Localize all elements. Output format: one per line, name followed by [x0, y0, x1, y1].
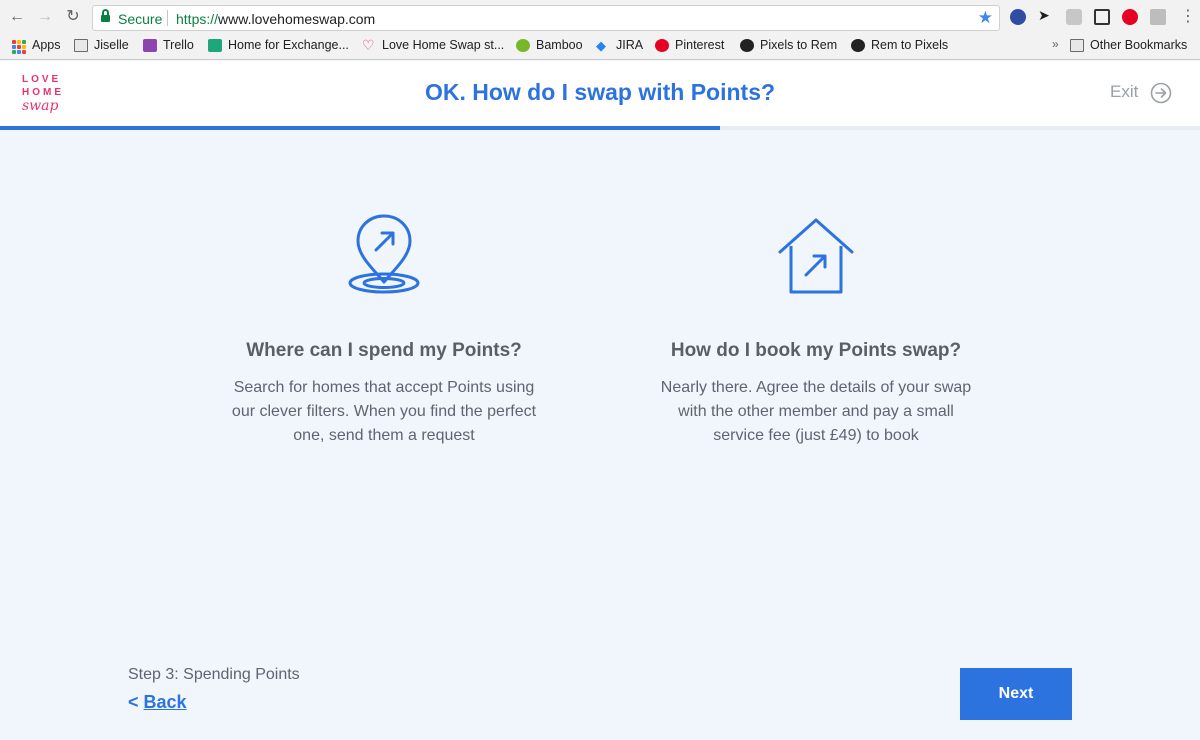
- card-description-line: with the other member and pay a small: [678, 403, 954, 420]
- card-title: How do I book my Points swap?: [670, 340, 962, 361]
- bamboo-icon: [516, 39, 530, 52]
- pinterest-extension-icon[interactable]: [1122, 9, 1138, 25]
- address-bar[interactable]: Secure https://www.lovehomeswap.com ★: [92, 5, 1000, 31]
- card-description-line: Nearly there. Agree the details of your …: [660, 379, 972, 396]
- screenshot-icon[interactable]: [1094, 9, 1110, 25]
- back-link-label: Back: [143, 692, 187, 712]
- reload-icon[interactable]: ↻: [64, 8, 82, 26]
- url-host: www.lovehomeswap.com: [218, 11, 376, 27]
- bookmark-jiselle[interactable]: Jiselle: [94, 38, 129, 52]
- card-description: Nearly there. Agree the details of your …: [616, 376, 1016, 448]
- extension-cursor-icon[interactable]: ➤: [1038, 7, 1052, 23]
- next-button[interactable]: Next: [960, 668, 1072, 720]
- url-text[interactable]: https://www.lovehomeswap.com: [176, 11, 375, 27]
- lock-icon: [101, 9, 110, 23]
- extension-puzzle-icon[interactable]: [1150, 9, 1166, 25]
- exit-arrow-icon[interactable]: [1150, 82, 1172, 104]
- card-title: Where can I spend my Points?: [246, 340, 522, 361]
- card-spend-points: Where can I spend my Points? Search for …: [184, 210, 584, 444]
- card-description: Search for homes that accept Points usin…: [184, 376, 584, 448]
- browser-menu-icon[interactable]: ⋮: [1180, 8, 1196, 26]
- card-description-line: Search for homes that accept Points usin…: [233, 379, 535, 396]
- apps-grid-icon: [12, 40, 26, 54]
- forward-arrow-icon[interactable]: →: [36, 8, 54, 26]
- browser-chrome: ← → ↻ Secure https://www.lovehomeswap.co…: [0, 0, 1200, 60]
- pinterest-icon: [655, 39, 669, 52]
- bookmarks-bar: Apps Jiselle Trello Home for Exchange...…: [0, 35, 1200, 57]
- security-label: Secure: [118, 11, 163, 27]
- page-title: OK. How do I swap with Points?: [424, 79, 776, 105]
- back-arrow-icon[interactable]: ←: [8, 8, 26, 26]
- folder-icon: [1070, 39, 1084, 52]
- address-separator: [167, 10, 168, 26]
- bookmark-pinterest[interactable]: Pinterest: [675, 38, 724, 52]
- house-arrow-icon: [778, 218, 854, 294]
- ninja-icon: [851, 39, 865, 52]
- exit-link[interactable]: Exit: [1110, 82, 1138, 102]
- bookmark-other[interactable]: Other Bookmarks: [1090, 38, 1187, 52]
- jira-icon: ◆: [596, 38, 606, 53]
- camera-icon[interactable]: [1066, 9, 1082, 25]
- folder-icon: [74, 39, 88, 52]
- bookmark-pixels-to-rem[interactable]: Pixels to Rem: [760, 38, 837, 52]
- back-link[interactable]: < Back: [128, 692, 187, 713]
- bookmark-apps[interactable]: Apps: [32, 38, 61, 52]
- home-for-exchange-icon: [208, 39, 222, 52]
- bookmark-jira[interactable]: JIRA: [616, 38, 643, 52]
- map-pin-arrow-icon: [348, 214, 420, 294]
- card-book-swap: How do I book my Points swap? Nearly the…: [616, 210, 1016, 444]
- bookmark-rem-to-pixels[interactable]: Rem to Pixels: [871, 38, 948, 52]
- back-chevron: <: [128, 692, 139, 712]
- bookmark-love-home-swap[interactable]: Love Home Swap st...: [382, 38, 504, 52]
- card-description-line: our clever filters. When you find the pe…: [231, 403, 537, 420]
- bookmarks-overflow-chevron[interactable]: »: [1052, 37, 1059, 51]
- card-description-line: one, send them a request: [293, 427, 475, 444]
- ninja-icon: [740, 39, 754, 52]
- bookmark-home-for-exchange[interactable]: Home for Exchange...: [228, 38, 349, 52]
- progress-bar: [0, 126, 1200, 130]
- progress-fill: [0, 126, 720, 130]
- step-label: Step 3: Spending Points: [128, 666, 300, 683]
- bookmark-star-icon[interactable]: ★: [978, 8, 993, 28]
- extension-stripes-icon[interactable]: [1010, 9, 1026, 25]
- bookmark-trello[interactable]: Trello: [163, 38, 194, 52]
- trello-icon: [143, 39, 157, 52]
- app-header: LOVE HOME swap OK. How do I swap with Po…: [0, 61, 1200, 127]
- bookmark-bamboo[interactable]: Bamboo: [536, 38, 583, 52]
- url-scheme: https://: [176, 11, 219, 27]
- heart-icon: ♡: [362, 37, 375, 53]
- card-description-line: service fee (just £49) to book: [713, 427, 919, 444]
- browser-toolbar: ← → ↻ Secure https://www.lovehomeswap.co…: [0, 0, 1200, 34]
